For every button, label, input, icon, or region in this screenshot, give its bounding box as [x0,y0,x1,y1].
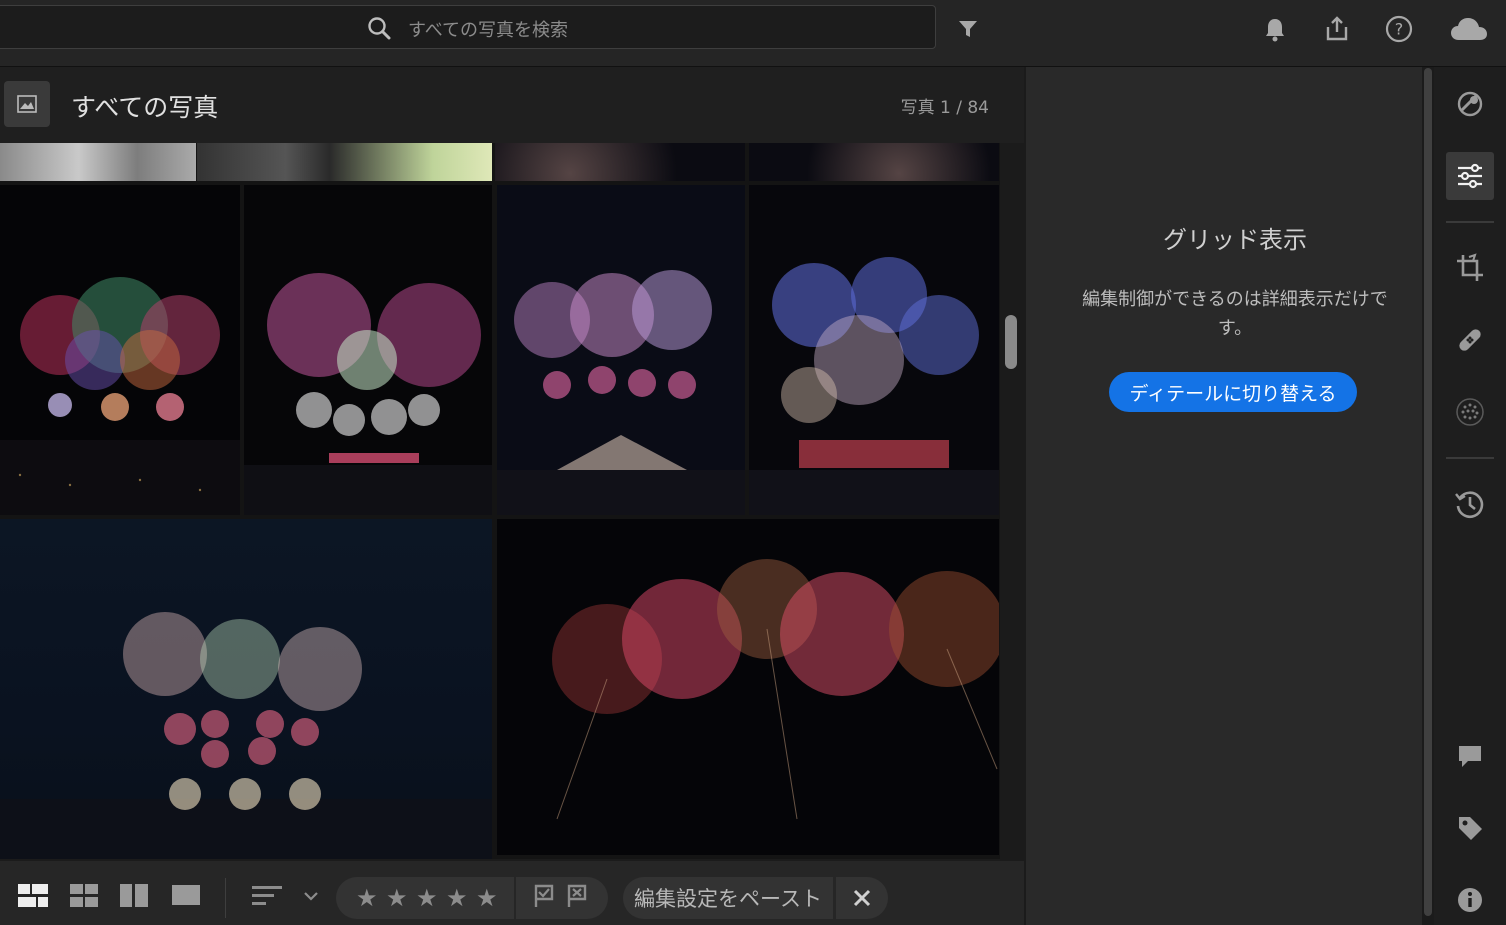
share-icon [1326,16,1348,41]
single-view-icon [172,885,200,905]
photo-thumbnail[interactable] [0,185,240,515]
auto-adjust-icon [1457,91,1483,117]
mask-icon [1456,398,1484,426]
detail-view-icon [120,884,148,907]
edit-button[interactable] [1446,152,1494,200]
bell-icon [1266,19,1284,42]
page-title: すべての写真 [71,93,219,122]
help-button[interactable]: ? [1384,14,1414,44]
switch-to-detail-button[interactable]: ディテールに切り替える [1109,372,1357,412]
rating-star-3[interactable]: ★ [416,884,438,912]
rating-star-1[interactable]: ★ [356,884,378,912]
photo-grid [0,143,1000,859]
sort-dropdown-button[interactable] [298,880,324,912]
share-button[interactable] [1322,14,1352,44]
edit-panel [1026,67,1422,925]
comment-icon [1459,746,1481,767]
reject-flag-button[interactable] [561,880,593,912]
rating-star-2[interactable]: ★ [386,884,408,912]
photo-thumbnail[interactable] [495,143,745,181]
grid-scrollbar-thumb[interactable] [1005,315,1017,369]
photo-thumbnail[interactable] [0,143,196,181]
photo-thumbnail[interactable] [244,185,492,515]
photo-thumbnail[interactable] [749,185,999,515]
info-button[interactable] [1446,876,1494,924]
masking-button[interactable] [1446,388,1494,436]
healing-icon [1459,329,1481,351]
panel-message: 編集制御ができるのは詳細表示だけです。 [1082,289,1388,339]
info-icon [1458,888,1482,912]
history-button[interactable] [1446,480,1494,528]
single-view-button[interactable] [170,880,202,912]
detail-view-button[interactable] [118,880,150,912]
flag-pick-icon [534,884,554,907]
healing-button[interactable] [1446,316,1494,364]
search-input[interactable] [408,17,708,43]
comments-button[interactable] [1446,732,1494,780]
grid-scrollbar[interactable] [1002,148,1016,856]
rating-star-4[interactable]: ★ [446,884,468,912]
cloud-sync-button[interactable] [1449,14,1489,44]
paste-settings-button[interactable]: 編集設定をペースト [623,877,833,919]
crop-button[interactable] [1446,244,1494,292]
photo-grid-view-button[interactable] [17,880,49,912]
side-divider [1446,457,1494,459]
help-icon: ? [1385,15,1413,43]
rating-divider [514,877,516,919]
sort-icon [252,886,282,905]
filter-button[interactable] [953,14,983,44]
photo-thumbnail[interactable] [0,519,492,859]
notifications-button[interactable] [1260,14,1290,44]
crop-icon [1457,253,1483,281]
panel-heading: グリッド表示 [1163,226,1307,254]
tag-icon [1459,817,1482,840]
sort-button[interactable] [251,880,283,912]
filter-icon [959,21,977,37]
edit-sliders-icon [1458,163,1482,189]
cloud-icon [1451,18,1487,40]
photo-thumbnail[interactable] [197,143,492,181]
square-grid-view-button[interactable] [68,880,100,912]
photo-grid-icon [18,884,48,907]
toolbar-divider [225,878,226,918]
photo-thumbnail[interactable] [497,519,999,855]
panel-scrollbar[interactable] [1424,68,1432,916]
photo-count: 写真 1 / 84 [900,98,989,118]
square-grid-icon [70,884,98,907]
close-button[interactable] [836,877,888,919]
svg-text:?: ? [1395,20,1404,39]
album-thumbnail-button[interactable] [4,81,50,127]
chevron-down-icon [304,892,318,901]
close-icon [853,889,871,907]
pick-flag-button[interactable] [528,880,560,912]
photo-thumbnail[interactable] [497,185,745,515]
side-divider [1446,221,1494,223]
keywords-button[interactable] [1446,804,1494,852]
image-icon [17,95,37,113]
search-icon [368,17,391,40]
rating-star-5[interactable]: ★ [476,884,498,912]
auto-adjust-button[interactable] [1446,80,1494,128]
flag-reject-icon [567,884,587,907]
photo-thumbnail[interactable] [749,143,999,181]
history-icon [1455,491,1484,519]
